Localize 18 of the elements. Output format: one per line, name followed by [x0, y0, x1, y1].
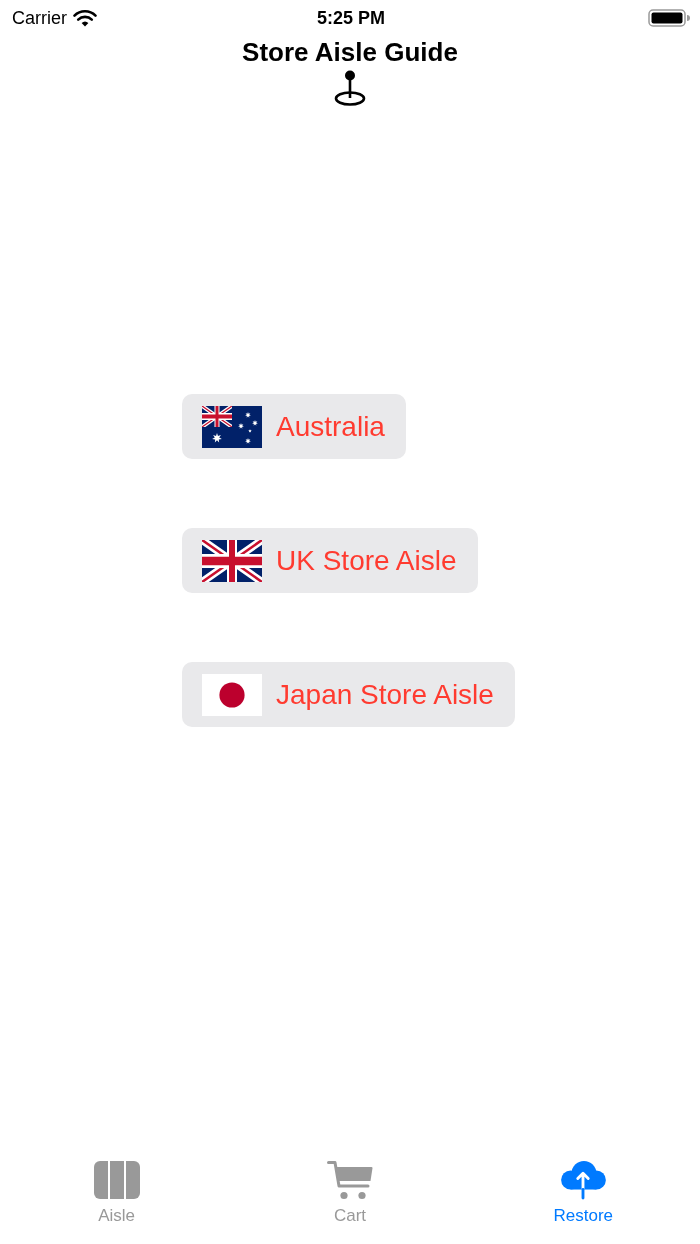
uk-flag-icon [202, 539, 262, 582]
battery-icon [648, 9, 690, 27]
carrier-name: Carrier [12, 7, 67, 29]
tab-item[interactable]: Aisle [93, 1160, 140, 1226]
columns-icon [93, 1161, 140, 1199]
tab-item[interactable]: Cart [327, 1160, 373, 1226]
cloud-upload-icon [559, 1160, 608, 1200]
tab-item[interactable]: Restore [553, 1160, 614, 1226]
store-button[interactable]: UK Store Aisle [182, 528, 478, 593]
wifi-icon [73, 9, 97, 27]
japanese-flag-icon [202, 673, 262, 716]
australian-flag-icon [202, 405, 262, 448]
store-button[interactable]: Japan Store Aisle [182, 662, 515, 727]
store-button[interactable]: Australia [182, 394, 406, 459]
cart-icon [327, 1160, 373, 1200]
screen-title: Store Aisle Guide [242, 36, 458, 68]
pin-icon [334, 70, 366, 106]
status-time: 5:25 PM [317, 7, 385, 29]
